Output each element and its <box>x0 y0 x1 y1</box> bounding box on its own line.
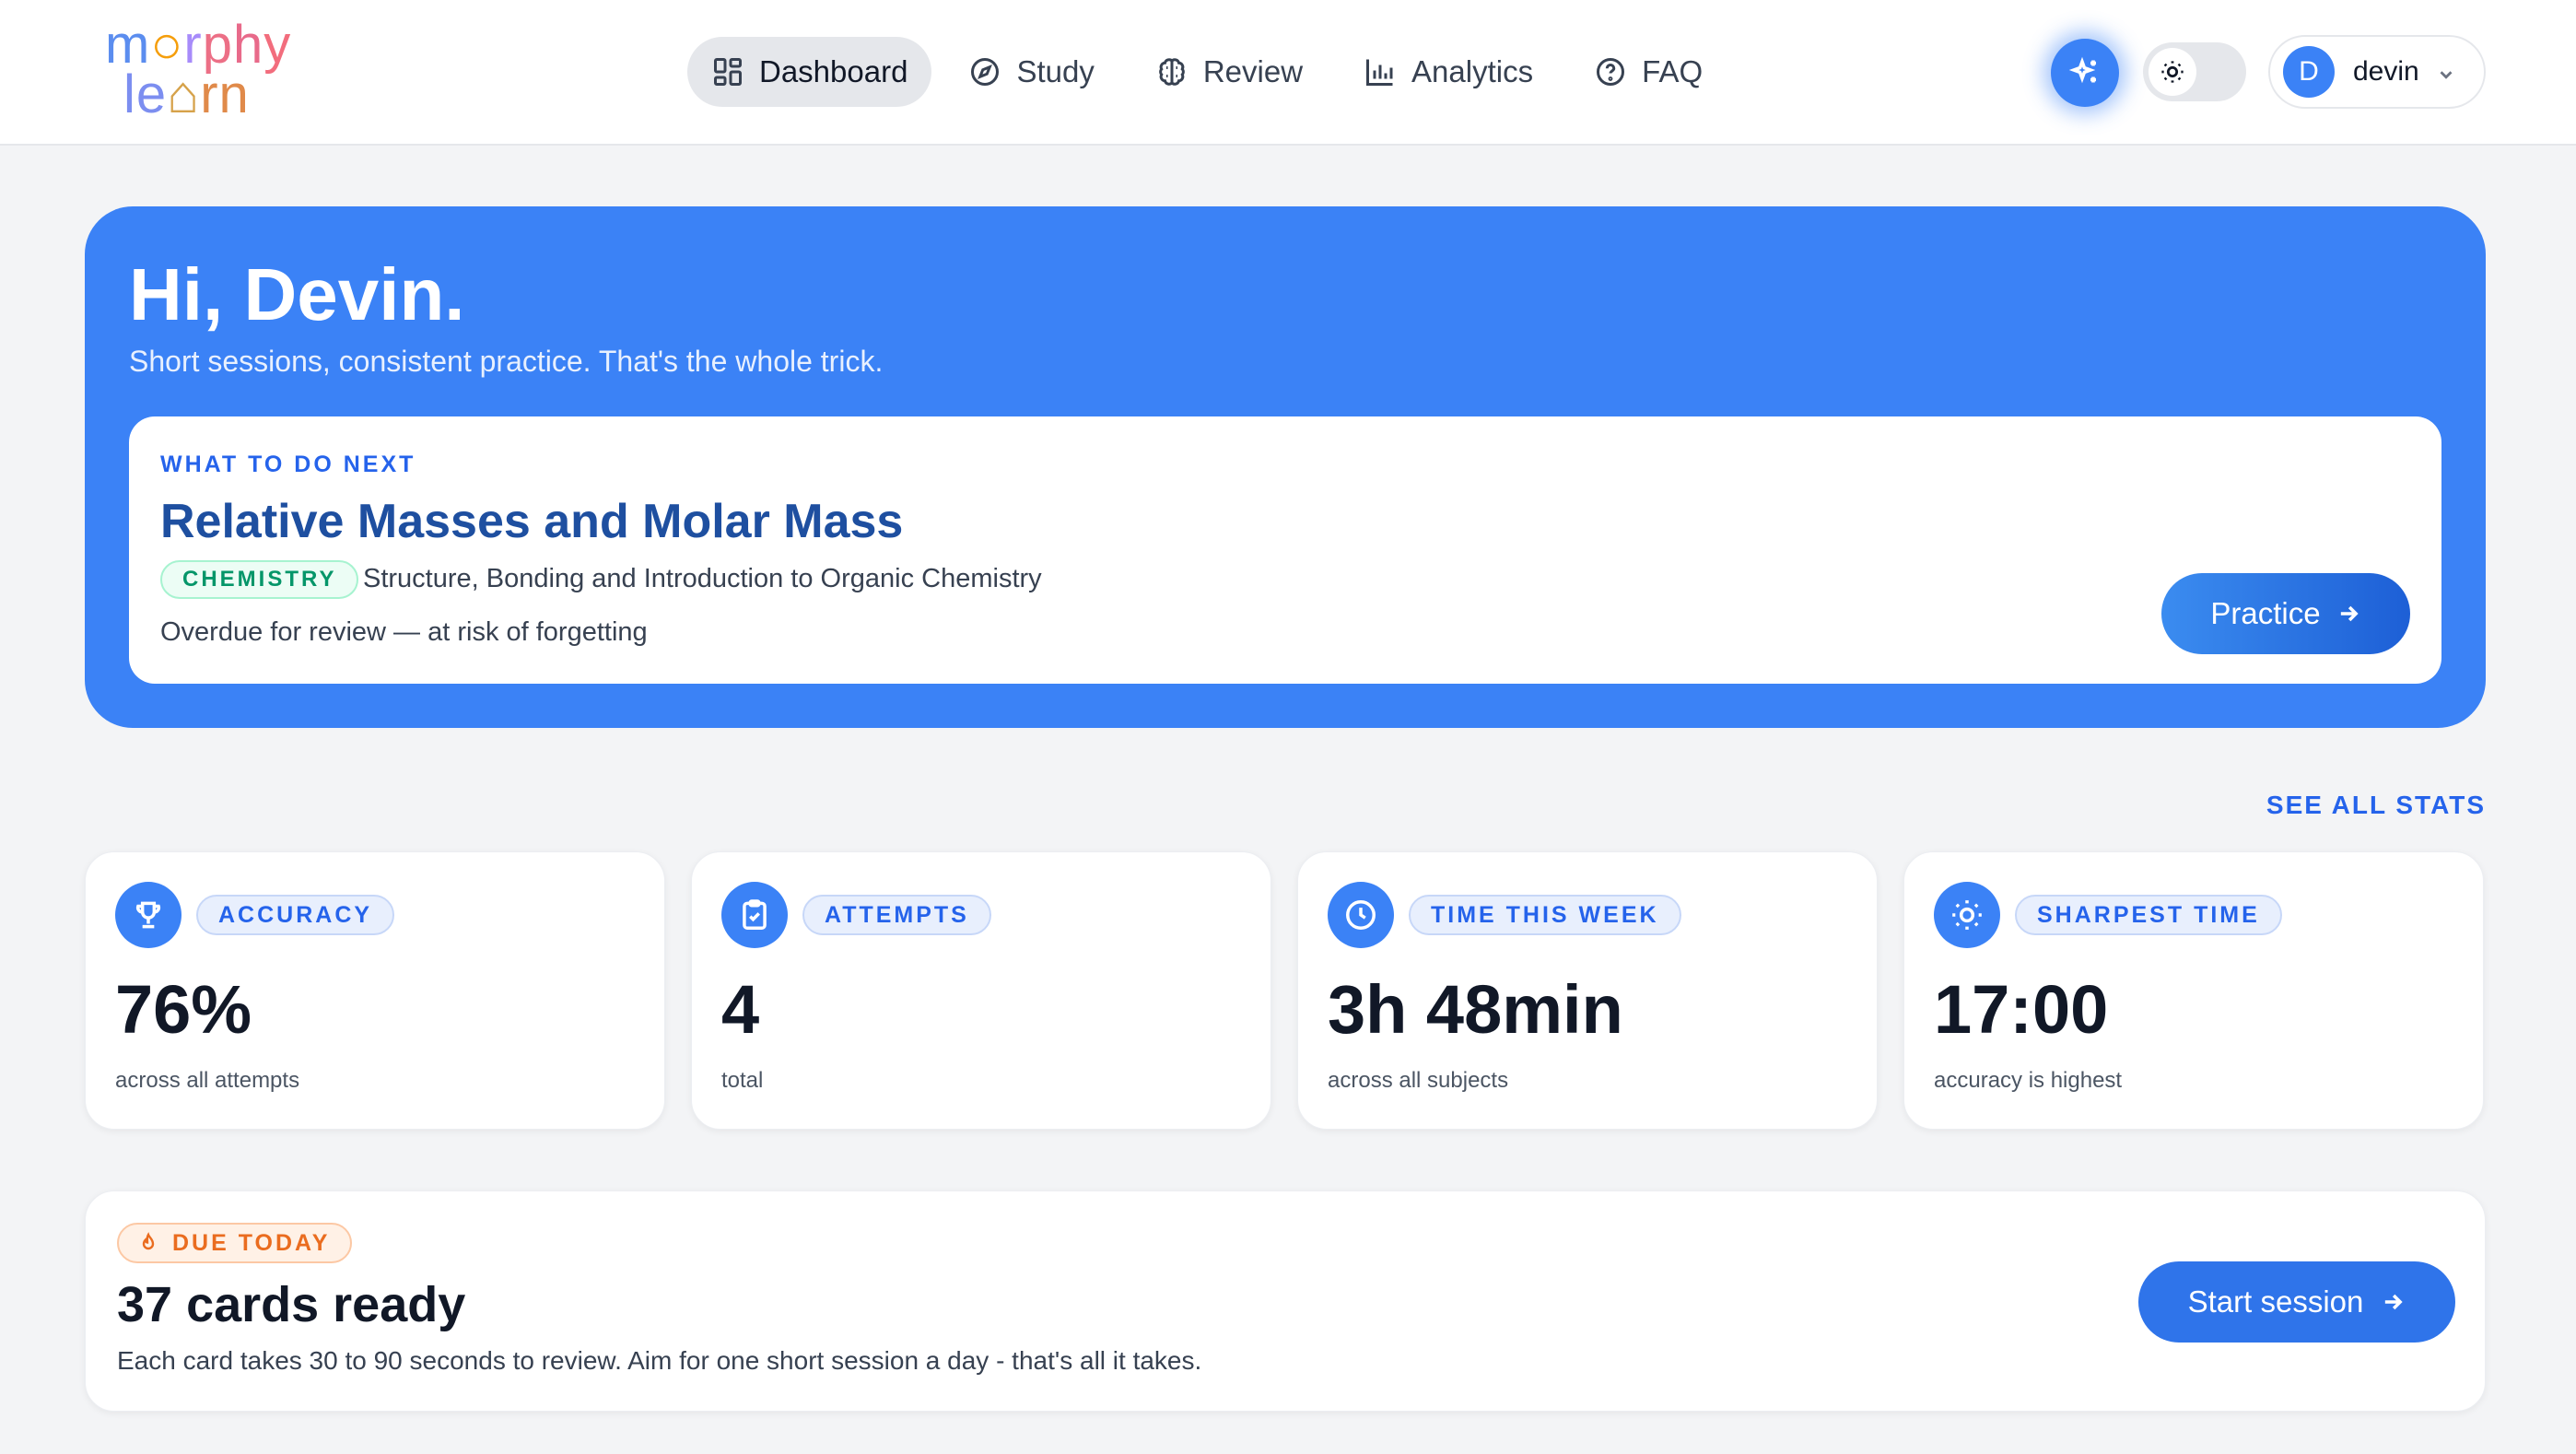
stat-value: 4 <box>721 971 760 1048</box>
stat-card-attempts: ATTEMPTS 4 total <box>691 851 1271 1130</box>
welcome-hero: Hi, Devin. Short sessions, consistent pr… <box>85 206 2486 728</box>
nav-review-label: Review <box>1202 54 1304 88</box>
sun-icon <box>2161 61 2184 83</box>
due-today-card: DUE TODAY 37 cards ready Each card takes… <box>85 1190 2486 1412</box>
morphy-learn-logo[interactable]: m○rphy le⌂rn <box>105 17 317 127</box>
start-session-label: Start session <box>2187 1284 2364 1319</box>
stat-card-accuracy: ACCURACY 76% across all attempts <box>85 851 665 1130</box>
stat-value: 17:00 <box>1934 971 2109 1048</box>
stat-icon-badge <box>1934 882 2000 948</box>
main-nav: Dashboard Study Review Analytics FAQ <box>687 37 1727 107</box>
stat-label: SHARPEST TIME <box>2015 895 2282 935</box>
next-up-card: WHAT TO DO NEXT Relative Masses and Mola… <box>129 416 2441 684</box>
review-status: Overdue for review — at risk of forgetti… <box>160 617 648 647</box>
brain-icon <box>1158 58 1185 86</box>
clock-icon <box>1346 900 1376 930</box>
see-all-stats-link[interactable]: SEE ALL STATS <box>2266 791 2486 820</box>
stat-value: 76% <box>115 971 252 1048</box>
due-today-label: DUE TODAY <box>172 1230 331 1256</box>
due-today-badge: DUE TODAY <box>117 1223 353 1263</box>
nav-analytics-label: Analytics <box>1411 54 1534 88</box>
dashboard-grid-icon <box>714 58 742 86</box>
clipboard-check-icon <box>743 899 767 930</box>
subject-badge: CHEMISTRY <box>160 560 359 599</box>
tagline: Short sessions, consistent practice. Tha… <box>129 345 884 378</box>
trophy-icon <box>135 901 161 929</box>
user-name: devin <box>2353 56 2419 87</box>
stat-card-time-this-week: TIME THIS WEEK 3h 48min across all subje… <box>1297 851 1878 1130</box>
theme-toggle-knob <box>2149 48 2196 96</box>
topic-name: Structure, Bonding and Introduction to O… <box>363 564 1042 593</box>
avatar: D <box>2283 46 2335 98</box>
practice-button[interactable]: Practice <box>2161 573 2410 654</box>
stat-label: ACCURACY <box>196 895 395 935</box>
stat-value: 3h 48min <box>1328 971 1623 1048</box>
nav-dashboard-label: Dashboard <box>759 54 908 88</box>
nav-review[interactable]: Review <box>1131 37 1327 107</box>
stat-caption: total <box>721 1068 764 1093</box>
stat-icon-badge <box>115 882 181 948</box>
nav-analytics[interactable]: Analytics <box>1340 37 1557 107</box>
nav-study[interactable]: Study <box>944 37 1118 107</box>
compass-icon <box>971 58 1000 86</box>
greeting: Hi, Devin. <box>129 253 465 335</box>
stat-caption: across all attempts <box>115 1068 300 1093</box>
arrow-right-icon <box>2340 605 2359 622</box>
sun-icon <box>1952 900 1982 930</box>
theme-toggle[interactable] <box>2143 42 2246 101</box>
stat-caption: accuracy is highest <box>1934 1068 2123 1093</box>
start-session-button[interactable]: Start session <box>2138 1261 2455 1343</box>
practice-button-label: Practice <box>2210 596 2321 630</box>
nav-faq-label: FAQ <box>1642 54 1704 88</box>
top-navbar: m○rphy le⌂rn Dashboard Study Review Anal… <box>0 0 2576 146</box>
nav-study-label: Study <box>1016 54 1095 88</box>
due-description: Each card takes 30 to 90 seconds to revi… <box>117 1346 1202 1375</box>
flame-icon <box>142 1232 155 1250</box>
cards-ready-title: 37 cards ready <box>117 1277 466 1332</box>
stat-caption: across all subjects <box>1328 1068 1509 1093</box>
nav-faq[interactable]: FAQ <box>1570 37 1727 107</box>
chevron-down-icon <box>2440 71 2453 79</box>
stat-card-sharpest-time: SHARPEST TIME 17:00 accuracy is highest <box>1903 851 2484 1130</box>
stat-label: TIME THIS WEEK <box>1409 895 1681 935</box>
stat-icon-badge <box>1328 882 1394 948</box>
next-eyebrow: WHAT TO DO NEXT <box>160 451 416 477</box>
user-menu[interactable]: D devin <box>2268 35 2486 109</box>
stat-icon-badge <box>721 882 788 948</box>
bar-chart-icon <box>1366 59 1393 86</box>
ai-assistant-button[interactable] <box>2051 39 2119 107</box>
nav-dashboard[interactable]: Dashboard <box>687 37 932 107</box>
arrow-right-icon <box>2385 1294 2404 1310</box>
next-topic-title: Relative Masses and Molar Mass <box>160 495 904 548</box>
sparkles-icon <box>2068 56 2096 84</box>
help-circle-icon <box>1597 58 1625 86</box>
stat-label: ATTEMPTS <box>802 895 991 935</box>
